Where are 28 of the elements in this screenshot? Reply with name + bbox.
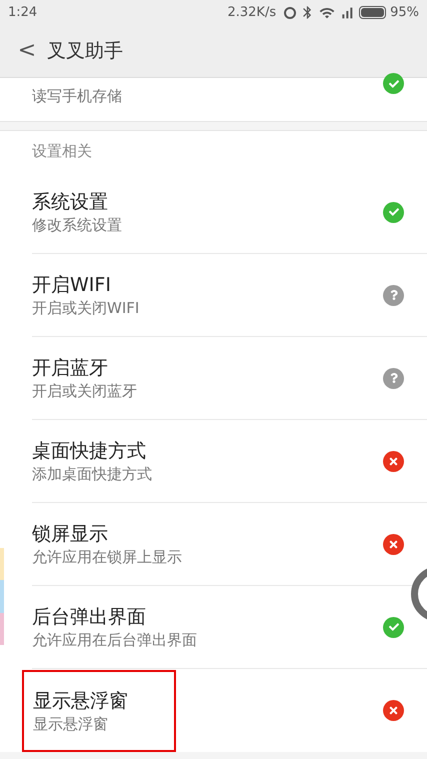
page-title: 叉叉助手 bbox=[47, 38, 123, 64]
row-subtitle: 添加桌面快捷方式 bbox=[32, 464, 152, 484]
row-title: 系统设置 bbox=[32, 190, 109, 215]
row-title: 锁屏显示 bbox=[32, 522, 109, 547]
battery-icon bbox=[359, 6, 386, 19]
row-subtitle: 显示悬浮窗 bbox=[33, 714, 109, 734]
sync-icon bbox=[284, 6, 296, 18]
permission-row[interactable]: 开启蓝牙 开启或关闭蓝牙 bbox=[32, 337, 427, 420]
row-subtitle: 开启或关闭WIFI bbox=[32, 298, 140, 318]
row-title: 显示悬浮窗 bbox=[33, 688, 129, 714]
row-subtitle: 允许应用在锁屏上显示 bbox=[32, 547, 182, 567]
permission-row[interactable]: 桌面快捷方式 添加桌面快捷方式 bbox=[32, 420, 427, 503]
row-title: 开启WIFI bbox=[32, 273, 112, 298]
row-subtitle: 允许应用在后台弹出界面 bbox=[32, 630, 197, 650]
battery-percent: 95% bbox=[390, 4, 419, 22]
row-title: 后台弹出界面 bbox=[32, 605, 147, 630]
row-subtitle: 开启或关闭蓝牙 bbox=[32, 381, 137, 401]
row-subtitle: 读写手机存储 bbox=[32, 86, 123, 107]
row-title: 桌面快捷方式 bbox=[32, 439, 147, 464]
status-time: 1:24 bbox=[8, 4, 38, 22]
row-title: 开启蓝牙 bbox=[32, 356, 109, 381]
network-speed: 2.32K/s bbox=[227, 4, 276, 22]
back-button[interactable]: < bbox=[17, 40, 37, 62]
permission-row[interactable]: 显示悬浮窗 显示悬浮窗 bbox=[22, 669, 427, 752]
permission-row[interactable]: 系统设置 修改系统设置 bbox=[32, 171, 427, 254]
permission-row[interactable]: 开启WIFI 开启或关闭WIFI bbox=[32, 254, 427, 337]
section-header: 设置相关 bbox=[32, 140, 93, 162]
row-subtitle: 修改系统设置 bbox=[32, 215, 122, 235]
